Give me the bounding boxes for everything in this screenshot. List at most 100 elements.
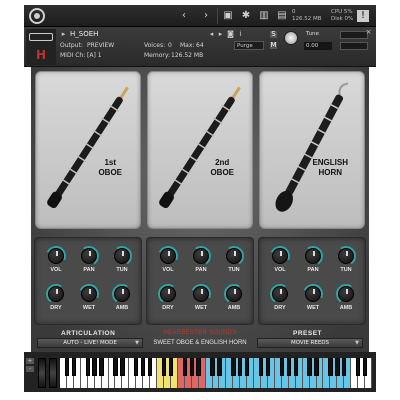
- dry-knob-cell[interactable]: DRY: [153, 282, 183, 322]
- black-key[interactable]: [217, 358, 222, 376]
- black-key[interactable]: [286, 358, 291, 376]
- black-key[interactable]: [161, 358, 167, 376]
- black-key[interactable]: [168, 358, 174, 376]
- black-key[interactable]: [279, 358, 285, 376]
- save-icon[interactable]: ▣: [220, 8, 236, 24]
- tun-knob-cell[interactable]: TUN: [219, 244, 249, 284]
- instrument-label: 1st OBOE: [98, 158, 122, 178]
- wet-knob-cell[interactable]: WET: [74, 281, 104, 322]
- black-key[interactable]: [99, 358, 104, 376]
- black-key[interactable]: [335, 358, 340, 376]
- gear-icon[interactable]: ✱: [238, 8, 254, 24]
- vol-knob-cell[interactable]: VOL: [153, 243, 183, 284]
- tun-knob-cell[interactable]: TUN: [331, 244, 361, 284]
- tun-knob-cell[interactable]: TUN: [107, 244, 137, 284]
- amb-knob-cell[interactable]: AMB: [107, 282, 137, 322]
- browser-icon[interactable]: ▤: [274, 8, 290, 24]
- black-key[interactable]: [244, 358, 250, 376]
- black-key[interactable]: [231, 358, 236, 376]
- black-key[interactable]: [189, 358, 194, 376]
- black-key[interactable]: [258, 358, 264, 376]
- pan-knob-cell[interactable]: PAN: [298, 244, 328, 284]
- keyboard-icon[interactable]: ▥: [256, 8, 272, 24]
- black-key[interactable]: [328, 358, 333, 376]
- black-key[interactable]: [64, 358, 70, 376]
- amb-knob-cell[interactable]: AMB: [331, 282, 361, 322]
- black-key[interactable]: [196, 358, 201, 376]
- output-value[interactable]: PREVIEW: [87, 42, 114, 49]
- max-voices-value[interactable]: 64: [196, 42, 204, 49]
- solo-button[interactable]: S: [270, 31, 277, 38]
- chevron-right-icon[interactable]: ›: [198, 8, 214, 24]
- knob-label: AMB: [339, 305, 353, 311]
- articulation-dropdown[interactable]: AUTO - LIVE! MODE ▼: [37, 338, 143, 348]
- instrument-label: 2nd OBOE: [210, 158, 234, 178]
- octave-up-button[interactable]: +: [26, 358, 34, 364]
- octave-down-button[interactable]: -: [26, 366, 34, 372]
- amb-knob-cell[interactable]: AMB: [219, 282, 249, 322]
- chevron-left-icon[interactable]: ‹: [176, 8, 192, 24]
- black-key[interactable]: [265, 358, 271, 376]
- black-key[interactable]: [71, 358, 77, 376]
- wet-knob-cell[interactable]: WET: [298, 281, 328, 322]
- pan-knob-cell[interactable]: PAN: [186, 244, 216, 284]
- dry-knob-cell[interactable]: DRY: [265, 282, 295, 322]
- instrument-name[interactable]: H_SOEH: [70, 30, 98, 38]
- black-key[interactable]: [182, 358, 187, 376]
- wrench-icon[interactable]: [29, 33, 53, 41]
- instrument-tile-english-horn[interactable]: ENGLISH HORN: [259, 71, 365, 229]
- chevron-right-icon[interactable]: ▸: [217, 31, 224, 38]
- black-key[interactable]: [342, 358, 347, 376]
- preset-dropdown[interactable]: MOVIE REEDS ▼: [257, 338, 363, 348]
- knob-section-2nd-oboe: VOL PAN TUN DRY WET AMB: [146, 237, 254, 325]
- black-key[interactable]: [147, 358, 153, 376]
- chevron-right-icon[interactable]: ▸: [60, 31, 67, 38]
- knob-label: TUN: [116, 267, 128, 273]
- instrument-tile-1st-oboe[interactable]: 1st OBOE: [35, 71, 141, 229]
- aux-send-slot[interactable]: [340, 31, 368, 39]
- info-icon[interactable]: i: [237, 31, 244, 38]
- black-key[interactable]: [85, 358, 90, 376]
- knob-label: PAN: [195, 267, 207, 273]
- mute-button[interactable]: M: [270, 42, 277, 49]
- black-key[interactable]: [210, 358, 215, 376]
- dry-knob-cell[interactable]: DRY: [41, 282, 71, 322]
- black-key[interactable]: [238, 358, 243, 376]
- black-key[interactable]: [293, 358, 298, 376]
- pitch-wheel[interactable]: [38, 358, 46, 388]
- black-key[interactable]: [134, 358, 139, 376]
- kontakt-logo-icon[interactable]: [29, 8, 45, 24]
- black-key[interactable]: [140, 358, 146, 376]
- mod-wheel[interactable]: [49, 358, 57, 388]
- pan-knob-cell[interactable]: PAN: [74, 244, 104, 284]
- black-key[interactable]: [120, 358, 125, 376]
- knob-section-1st-oboe: VOL PAN TUN DRY WET AMB: [34, 237, 142, 325]
- tune-value[interactable]: 0.00: [304, 42, 332, 50]
- close-icon[interactable]: ×: [365, 29, 372, 36]
- chevron-down-icon: ▼: [135, 340, 139, 346]
- purge-dropdown[interactable]: Purge: [234, 41, 264, 50]
- camera-icon[interactable]: ◙: [227, 31, 234, 38]
- black-key[interactable]: [355, 358, 361, 376]
- pv-slot[interactable]: [340, 42, 368, 50]
- instrument-icon[interactable]: H: [26, 29, 56, 65]
- black-key[interactable]: [113, 358, 118, 376]
- vol-knob-cell[interactable]: VOL: [265, 243, 295, 284]
- black-key[interactable]: [314, 358, 319, 376]
- knob-label: TUN: [340, 267, 352, 273]
- panic-button[interactable]: !: [357, 10, 369, 22]
- instrument-tile-2nd-oboe[interactable]: 2nd OBOE: [147, 71, 253, 229]
- output-label: Output:: [60, 42, 83, 49]
- midi-channel-value[interactable]: [A] 1: [87, 52, 102, 59]
- product-name: SWEET OBOE & ENGLISH HORN: [153, 340, 247, 346]
- vol-knob-cell[interactable]: VOL: [41, 243, 71, 284]
- tune-knob[interactable]: [284, 31, 298, 45]
- black-key[interactable]: [92, 358, 97, 376]
- instrument-label-line2: OBOE: [210, 168, 234, 177]
- oboe-image: [159, 86, 241, 209]
- black-key[interactable]: [362, 358, 368, 376]
- piano-keyboard[interactable]: [60, 358, 372, 388]
- black-key[interactable]: [307, 358, 312, 376]
- chevron-left-icon[interactable]: ◂: [208, 31, 215, 38]
- wet-knob-cell[interactable]: WET: [186, 281, 216, 322]
